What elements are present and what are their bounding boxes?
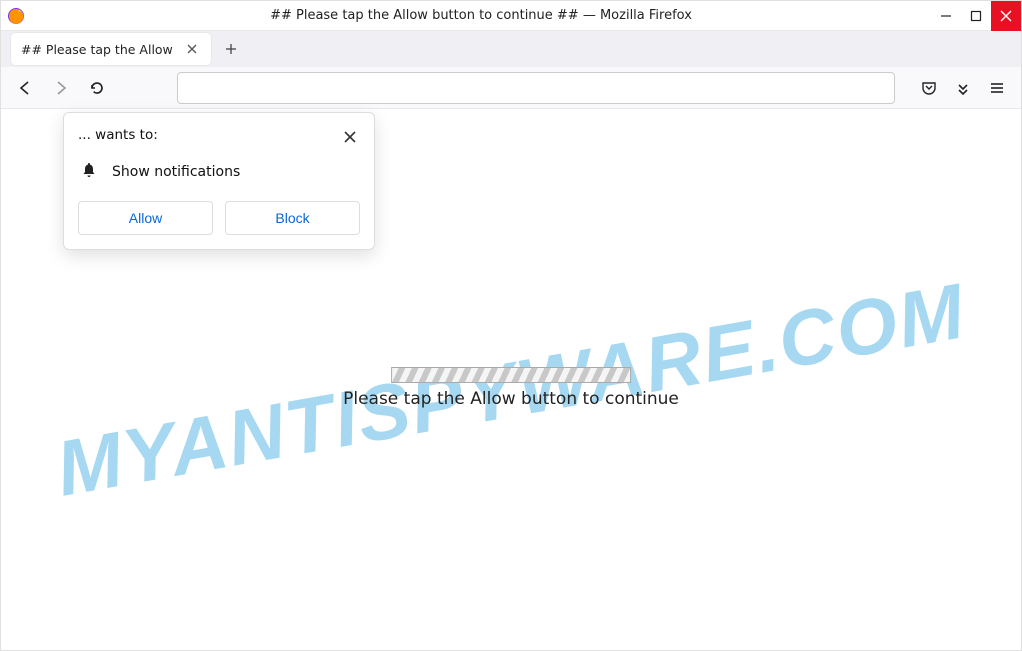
block-button[interactable]: Block xyxy=(225,201,360,235)
window-title: ## Please tap the Allow button to contin… xyxy=(31,8,931,23)
overflow-button[interactable] xyxy=(947,72,979,104)
minimize-button[interactable] xyxy=(931,1,961,31)
progress-bar xyxy=(391,367,631,383)
tab-bar: ## Please tap the Allow xyxy=(1,31,1021,67)
permission-body: Show notifications xyxy=(112,164,240,180)
url-input[interactable] xyxy=(177,72,895,104)
page-center: Please tap the Allow button to continue xyxy=(343,367,679,409)
tab-label: ## Please tap the Allow xyxy=(21,42,175,57)
maximize-button[interactable] xyxy=(961,1,991,31)
page-message: Please tap the Allow button to continue xyxy=(343,389,679,409)
permission-close-icon[interactable] xyxy=(340,127,360,147)
navigation-toolbar xyxy=(1,67,1021,109)
menu-button[interactable] xyxy=(981,72,1013,104)
window-controls xyxy=(931,1,1021,30)
permission-title: ... wants to: xyxy=(78,127,158,143)
firefox-icon xyxy=(1,7,31,25)
tab-close-icon[interactable] xyxy=(183,40,201,58)
new-tab-button[interactable] xyxy=(217,35,245,63)
browser-tab[interactable]: ## Please tap the Allow xyxy=(11,33,211,65)
back-button[interactable] xyxy=(9,72,41,104)
reload-button[interactable] xyxy=(81,72,113,104)
allow-button[interactable]: Allow xyxy=(78,201,213,235)
pocket-button[interactable] xyxy=(913,72,945,104)
close-button[interactable] xyxy=(991,1,1021,31)
bell-icon xyxy=(80,161,98,183)
permission-popup: ... wants to: Show notifications Allow B… xyxy=(63,112,375,250)
forward-button[interactable] xyxy=(45,72,77,104)
window-titlebar: ## Please tap the Allow button to contin… xyxy=(1,1,1021,31)
